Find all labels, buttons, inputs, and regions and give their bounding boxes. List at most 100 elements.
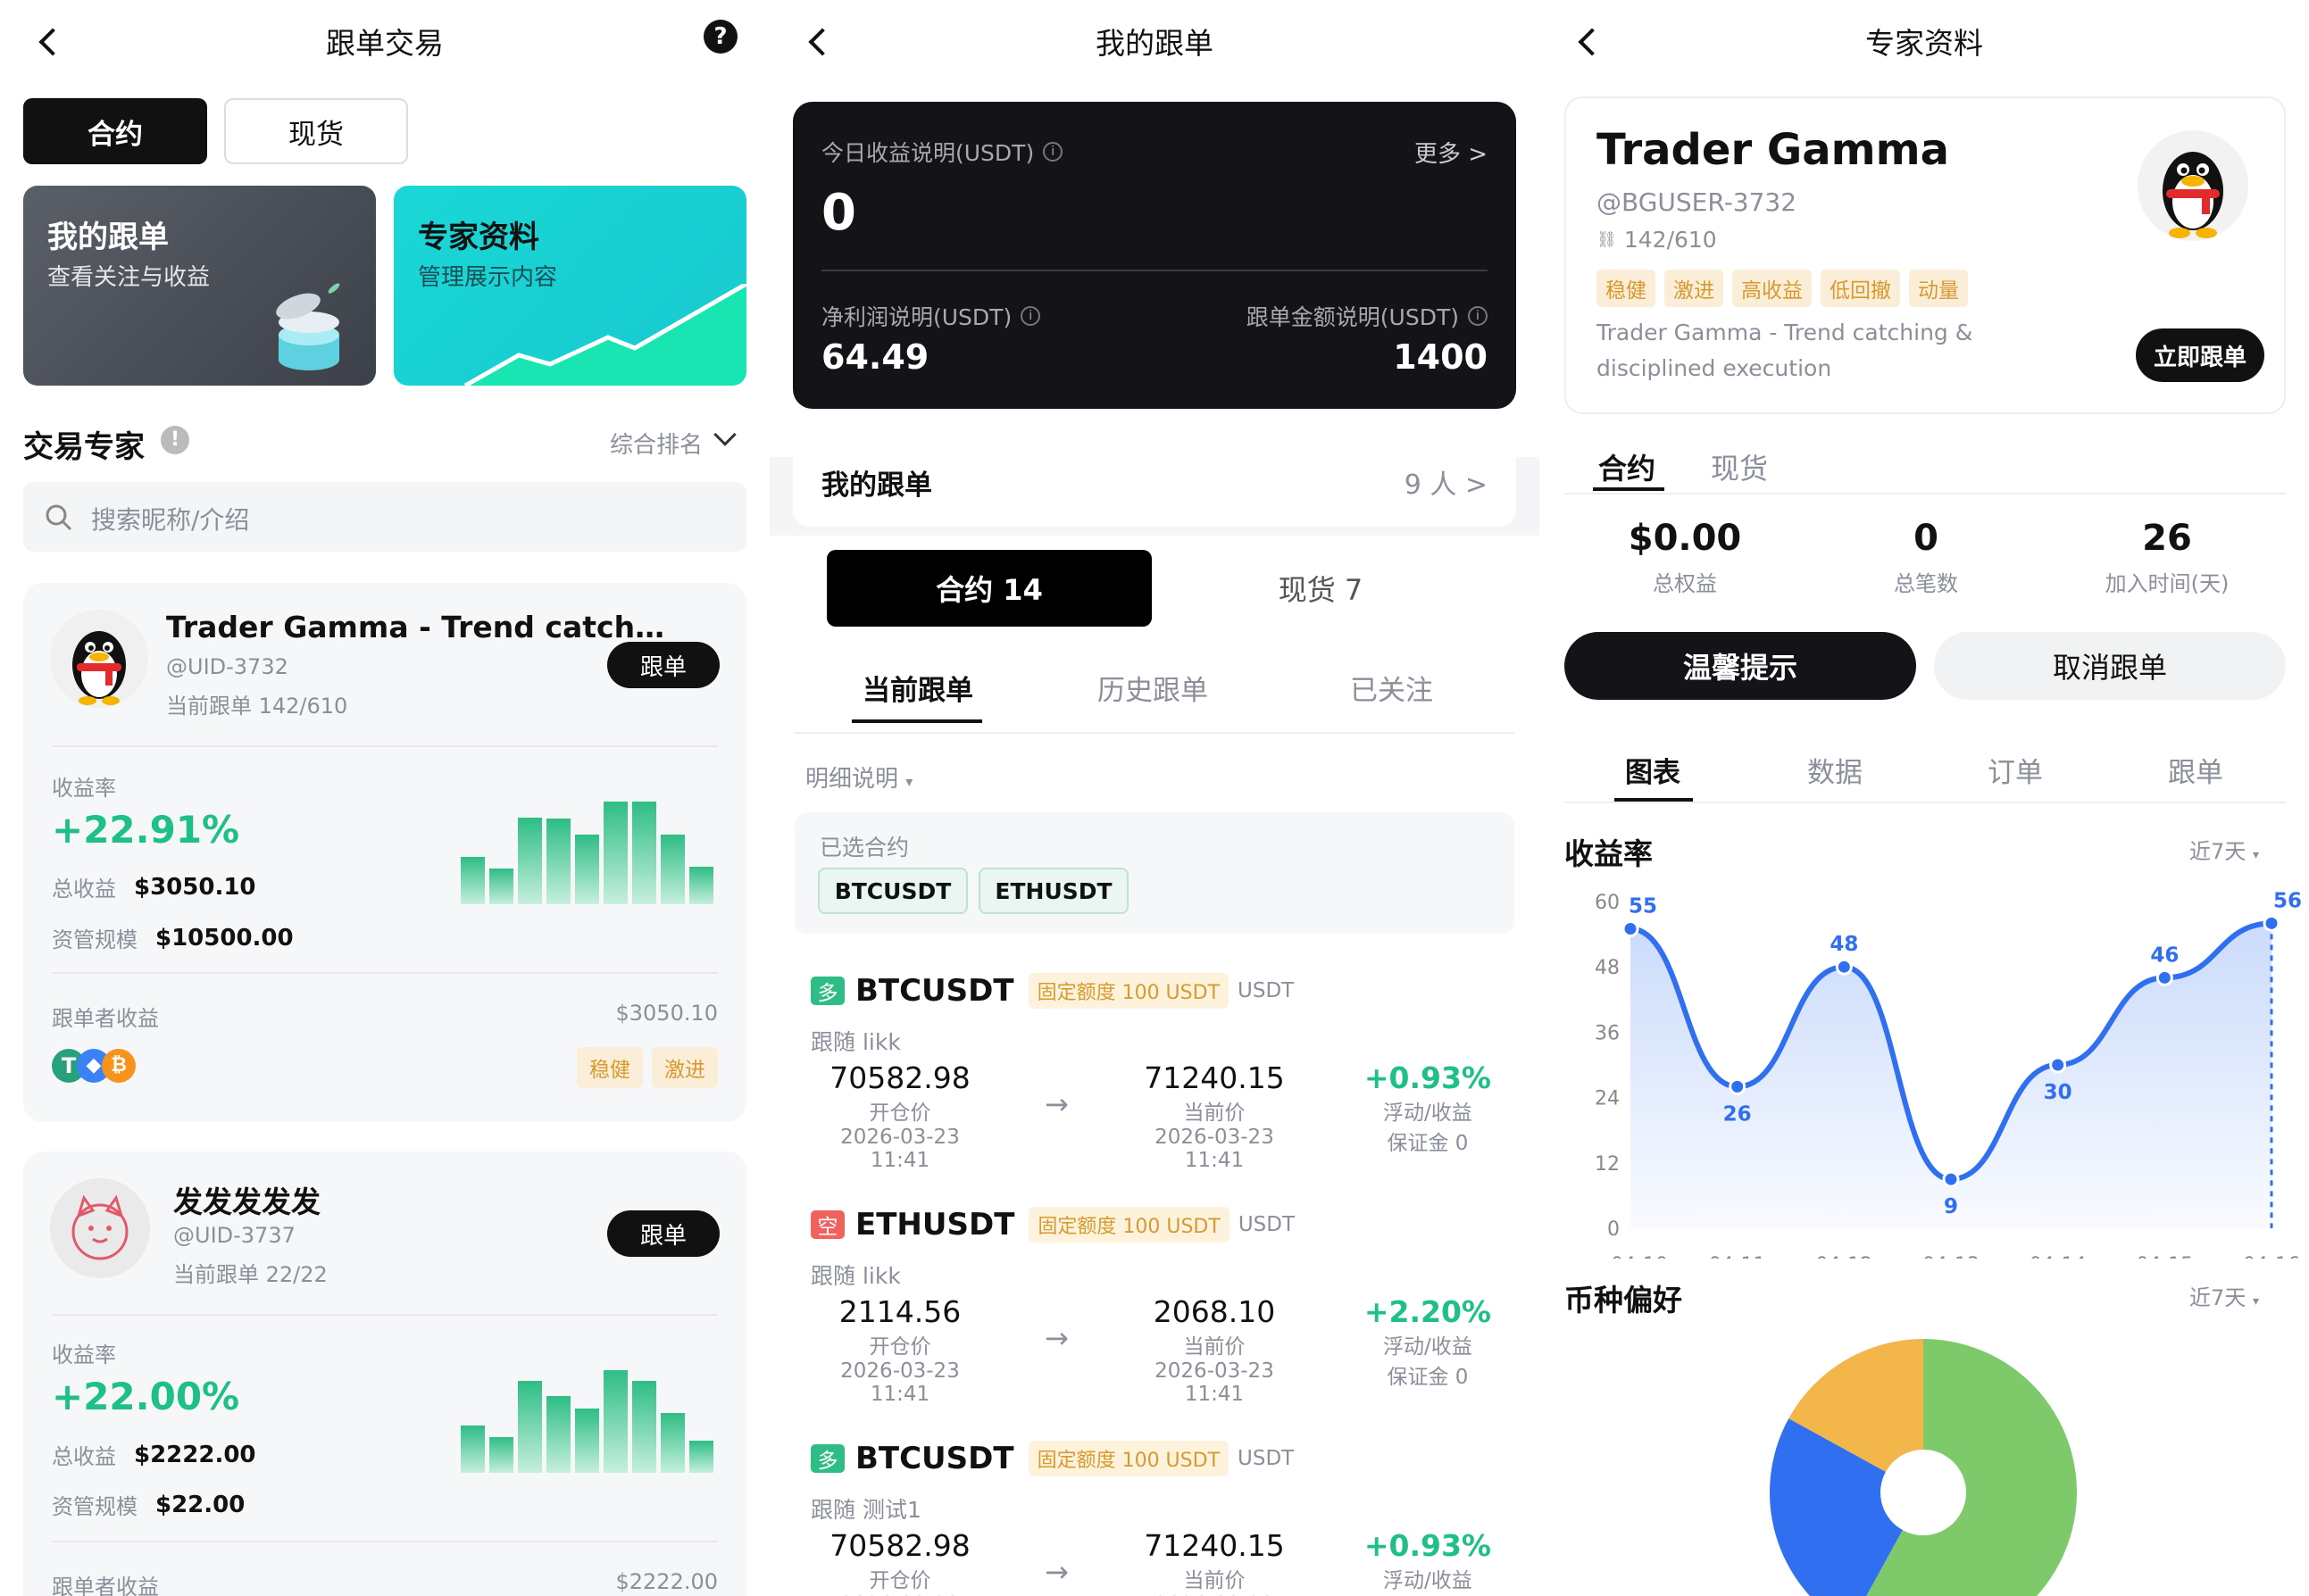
- my-follow-row[interactable]: 我的跟单 9 人 >: [793, 432, 1516, 527]
- data-label: 30: [2044, 1081, 2072, 1104]
- selected-contracts: 已选合约 BTCUSDT ETHUSDT: [795, 812, 1514, 934]
- more-link[interactable]: 更多 >: [1414, 136, 1488, 169]
- card-title: 我的跟单: [47, 220, 169, 255]
- direction-badge: 多: [811, 977, 845, 1005]
- trader-card[interactable]: Trader Gamma - Trend catch… @UID-3732 当前…: [23, 583, 746, 1122]
- follow-button[interactable]: 跟单: [607, 1210, 720, 1257]
- follow-button[interactable]: 跟单: [607, 642, 720, 688]
- search-input[interactable]: 搜索昵称/介绍: [91, 501, 249, 536]
- subtab-data[interactable]: 数据: [1807, 750, 1863, 790]
- divider: [821, 270, 1488, 271]
- unit: USDT: [1238, 1213, 1296, 1236]
- expert-profile-panel: 专家资料 Trader Gamma @BGUSER-3732 ⛓ 142/610 …: [1539, 0, 2309, 1596]
- divider: [52, 972, 718, 974]
- follow-amount-value: 1400: [1393, 337, 1488, 377]
- position-card[interactable]: 多 BTCUSDT 固定额度 100 USDT USDT 跟随 测试1 70582.98 开…: [795, 1423, 1514, 1596]
- tab-contract[interactable]: 合约: [23, 98, 207, 164]
- page-title: 我的跟单: [1096, 26, 1213, 61]
- search-box[interactable]: 搜索昵称/介绍: [23, 482, 746, 552]
- pref-range-select[interactable]: 近7天 ▾: [2189, 1280, 2259, 1311]
- subtab-current[interactable]: 当前跟单: [863, 668, 973, 708]
- follow-trader: 跟随 likk: [811, 1029, 901, 1055]
- roi-chart-title: 收益率: [1564, 836, 1653, 871]
- contract-chip[interactable]: BTCUSDT: [818, 868, 968, 914]
- subtab-orders[interactable]: 订单: [1988, 750, 2043, 790]
- amount-tag: 固定额度 100 USDT: [1029, 1207, 1230, 1243]
- expert-handle: @BGUSER-3732: [1596, 187, 1797, 217]
- coin-preference-donut: [1769, 1339, 2077, 1596]
- mini-bar: [518, 1380, 542, 1473]
- data-label: 56: [2273, 889, 2302, 912]
- range-select[interactable]: 近7天 ▾: [2189, 834, 2259, 865]
- tag: 动量: [1909, 270, 1968, 307]
- net-profit-label: 净利润说明(USDT) i: [821, 300, 1041, 332]
- subtab-followed[interactable]: 已关注: [1350, 668, 1433, 708]
- data-point: [1942, 1170, 1960, 1188]
- tab-contract[interactable]: 合约 14: [827, 550, 1152, 627]
- roi-mini-chart: [461, 797, 720, 904]
- y-tick-label: 12: [1595, 1153, 1620, 1176]
- unit: USDT: [1238, 979, 1295, 1002]
- tab-spot[interactable]: 现货 7: [1158, 550, 1483, 627]
- mini-bar: [689, 867, 713, 904]
- tag: 激进: [652, 1047, 718, 1088]
- aum: 资管规模 $10500.00: [52, 924, 294, 953]
- mini-bar: [518, 817, 542, 904]
- y-tick-label: 24: [1595, 1088, 1620, 1110]
- contract-chip[interactable]: ETHUSDT: [979, 868, 1129, 914]
- trader-following: 当前跟单 142/610: [166, 694, 348, 719]
- tab-contract[interactable]: 合约: [1598, 446, 1655, 487]
- info-icon[interactable]: i: [1468, 306, 1488, 326]
- trader-name: Trader Gamma - Trend catch…: [166, 610, 665, 644]
- active-tab-indicator: [852, 719, 982, 723]
- info-icon[interactable]: i: [1043, 142, 1063, 162]
- cancel-follow-button[interactable]: 取消跟单: [1934, 632, 2286, 700]
- position-card[interactable]: 空 ETHUSDT 固定额度 100 USDT USDT 跟随 likk 2114.56 开…: [795, 1189, 1514, 1406]
- active-tab-indicator: [1593, 487, 1664, 491]
- mini-bar: [604, 1369, 628, 1473]
- coins-icon: [276, 283, 340, 370]
- tag: 稳健: [1596, 270, 1655, 307]
- trader-name: 发发发发发: [173, 1185, 321, 1219]
- stat-days: 26 加入时间(天): [2105, 518, 2230, 596]
- chevron-down-icon[interactable]: [713, 423, 737, 446]
- tab-spot[interactable]: 现货: [224, 98, 408, 164]
- subtab-chart[interactable]: 图表: [1625, 750, 1680, 790]
- tip-button[interactable]: 温馨提示: [1564, 632, 1916, 700]
- expert-tags: 稳健 激进 高收益 低回撤 动量: [1596, 270, 1977, 307]
- help-icon[interactable]: ?: [704, 20, 738, 54]
- detail-dropdown[interactable]: 明细说明 ▾: [805, 761, 913, 794]
- page-title: 跟单交易: [326, 26, 444, 61]
- current-price: 71240.15当前价2026-03-23 11:41: [1144, 1060, 1285, 1172]
- link-icon: ⛓: [1596, 230, 1617, 249]
- follow-now-button[interactable]: 立即跟单: [2136, 328, 2264, 382]
- sort-select[interactable]: 综合排名: [610, 427, 703, 460]
- trader-card[interactable]: 发发发发发 @UID-3737 当前跟单 22/22 跟单 收益率 +22.00…: [23, 1151, 746, 1596]
- my-follow-card[interactable]: 我的跟单 查看关注与收益: [23, 186, 376, 386]
- mini-bar: [546, 1395, 571, 1473]
- data-point: [1729, 1077, 1746, 1095]
- subtab-history[interactable]: 历史跟单: [1097, 668, 1208, 708]
- selected-label: 已选合约: [820, 835, 910, 860]
- subtab-follow[interactable]: 跟单: [2168, 750, 2223, 790]
- info-icon[interactable]: i: [1021, 306, 1041, 326]
- y-tick-label: 48: [1595, 957, 1620, 979]
- mini-bar: [689, 1441, 713, 1473]
- copy-trading-panel: 跟单交易 ? 合约 现货 我的跟单 查看关注与收益 专家资料 管理展示内容 交易…: [0, 0, 770, 1596]
- tab-spot[interactable]: 现货: [1711, 446, 1768, 487]
- data-point: [2263, 914, 2280, 932]
- back-icon[interactable]: [32, 23, 68, 59]
- data-point: [1621, 920, 1639, 937]
- search-icon: [46, 504, 72, 531]
- trader-following: 当前跟单 22/22: [173, 1262, 328, 1287]
- expert-profile-card[interactable]: 专家资料 管理展示内容: [394, 186, 746, 386]
- info-icon[interactable]: !: [161, 426, 189, 454]
- coin-icons: T ◆ ₿: [52, 1049, 136, 1083]
- followers-count[interactable]: 9 人 >: [1405, 462, 1488, 502]
- x-tick-label: 04-16: [2243, 1254, 2300, 1259]
- back-icon[interactable]: [1571, 23, 1607, 59]
- mini-bar: [661, 835, 685, 904]
- position-card[interactable]: 多 BTCUSDT 固定额度 100 USDT USDT 跟随 likk 70582.98…: [795, 955, 1514, 1172]
- position-header: 多 BTCUSDT 固定额度 100 USDT USDT: [811, 973, 1294, 1009]
- back-icon[interactable]: [802, 23, 838, 59]
